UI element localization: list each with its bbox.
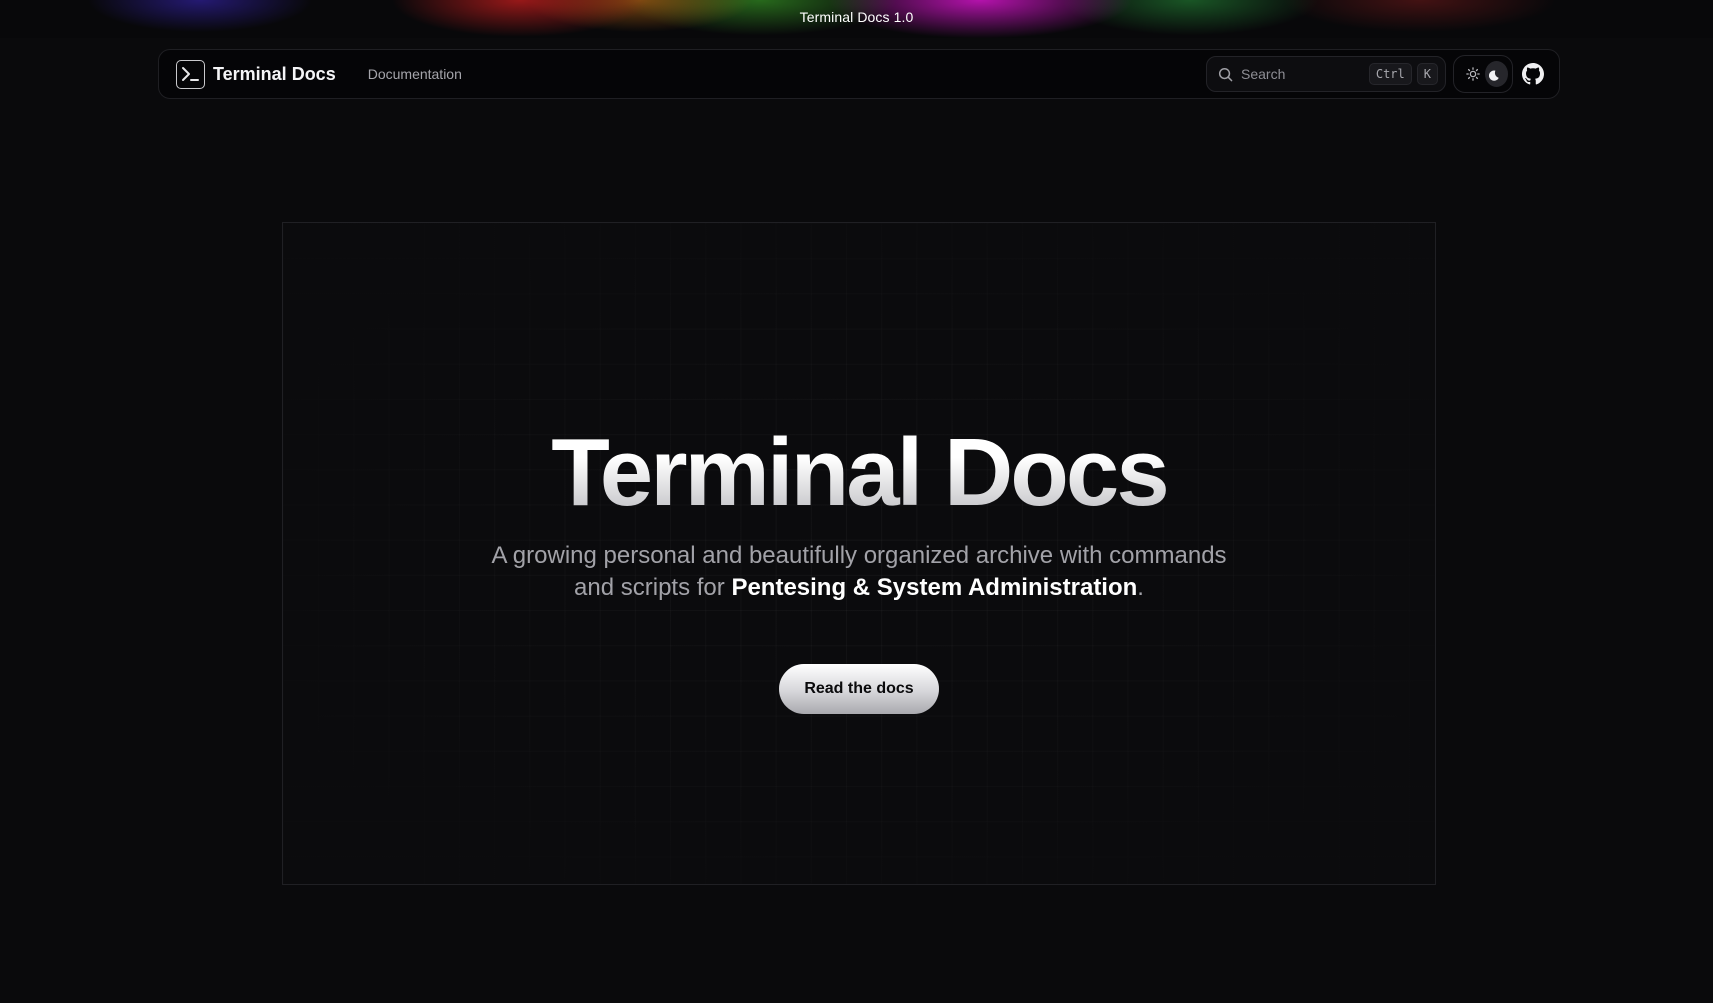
nav-link-documentation[interactable]: Documentation <box>368 66 462 82</box>
moon-icon[interactable] <box>1484 61 1508 87</box>
hero-subtitle-highlight: Pentesing & System Administration <box>731 574 1138 601</box>
brand-link[interactable]: Terminal Docs <box>176 59 336 89</box>
read-docs-button[interactable]: Read the docs <box>779 664 939 714</box>
shortcut-key-ctrl: Ctrl <box>1368 63 1412 85</box>
hero-title: Terminal Docs <box>551 419 1169 526</box>
shortcut-key-k: K <box>1416 63 1438 85</box>
github-icon[interactable] <box>1521 62 1545 86</box>
hero-subtitle: A growing personal and beautifully organ… <box>479 540 1239 604</box>
hero-subtitle-suffix: . <box>1137 574 1144 601</box>
navbar: Terminal Docs Documentation Search Ctrl … <box>158 49 1560 99</box>
search-placeholder: Search <box>1241 66 1286 82</box>
hero-content: Terminal Docs A growing personal and bea… <box>283 423 1435 714</box>
hero-section: Terminal Docs A growing personal and bea… <box>282 222 1436 885</box>
search-button[interactable]: Search Ctrl K <box>1206 56 1446 92</box>
theme-toggle <box>1453 55 1513 93</box>
search-icon <box>1218 67 1233 82</box>
sun-icon[interactable] <box>1461 61 1485 87</box>
brand-name: Terminal Docs <box>213 63 336 84</box>
banner-text: Terminal Docs 1.0 <box>799 9 914 25</box>
announcement-banner: Terminal Docs 1.0 <box>0 0 1713 38</box>
terminal-prompt-icon <box>176 59 205 89</box>
